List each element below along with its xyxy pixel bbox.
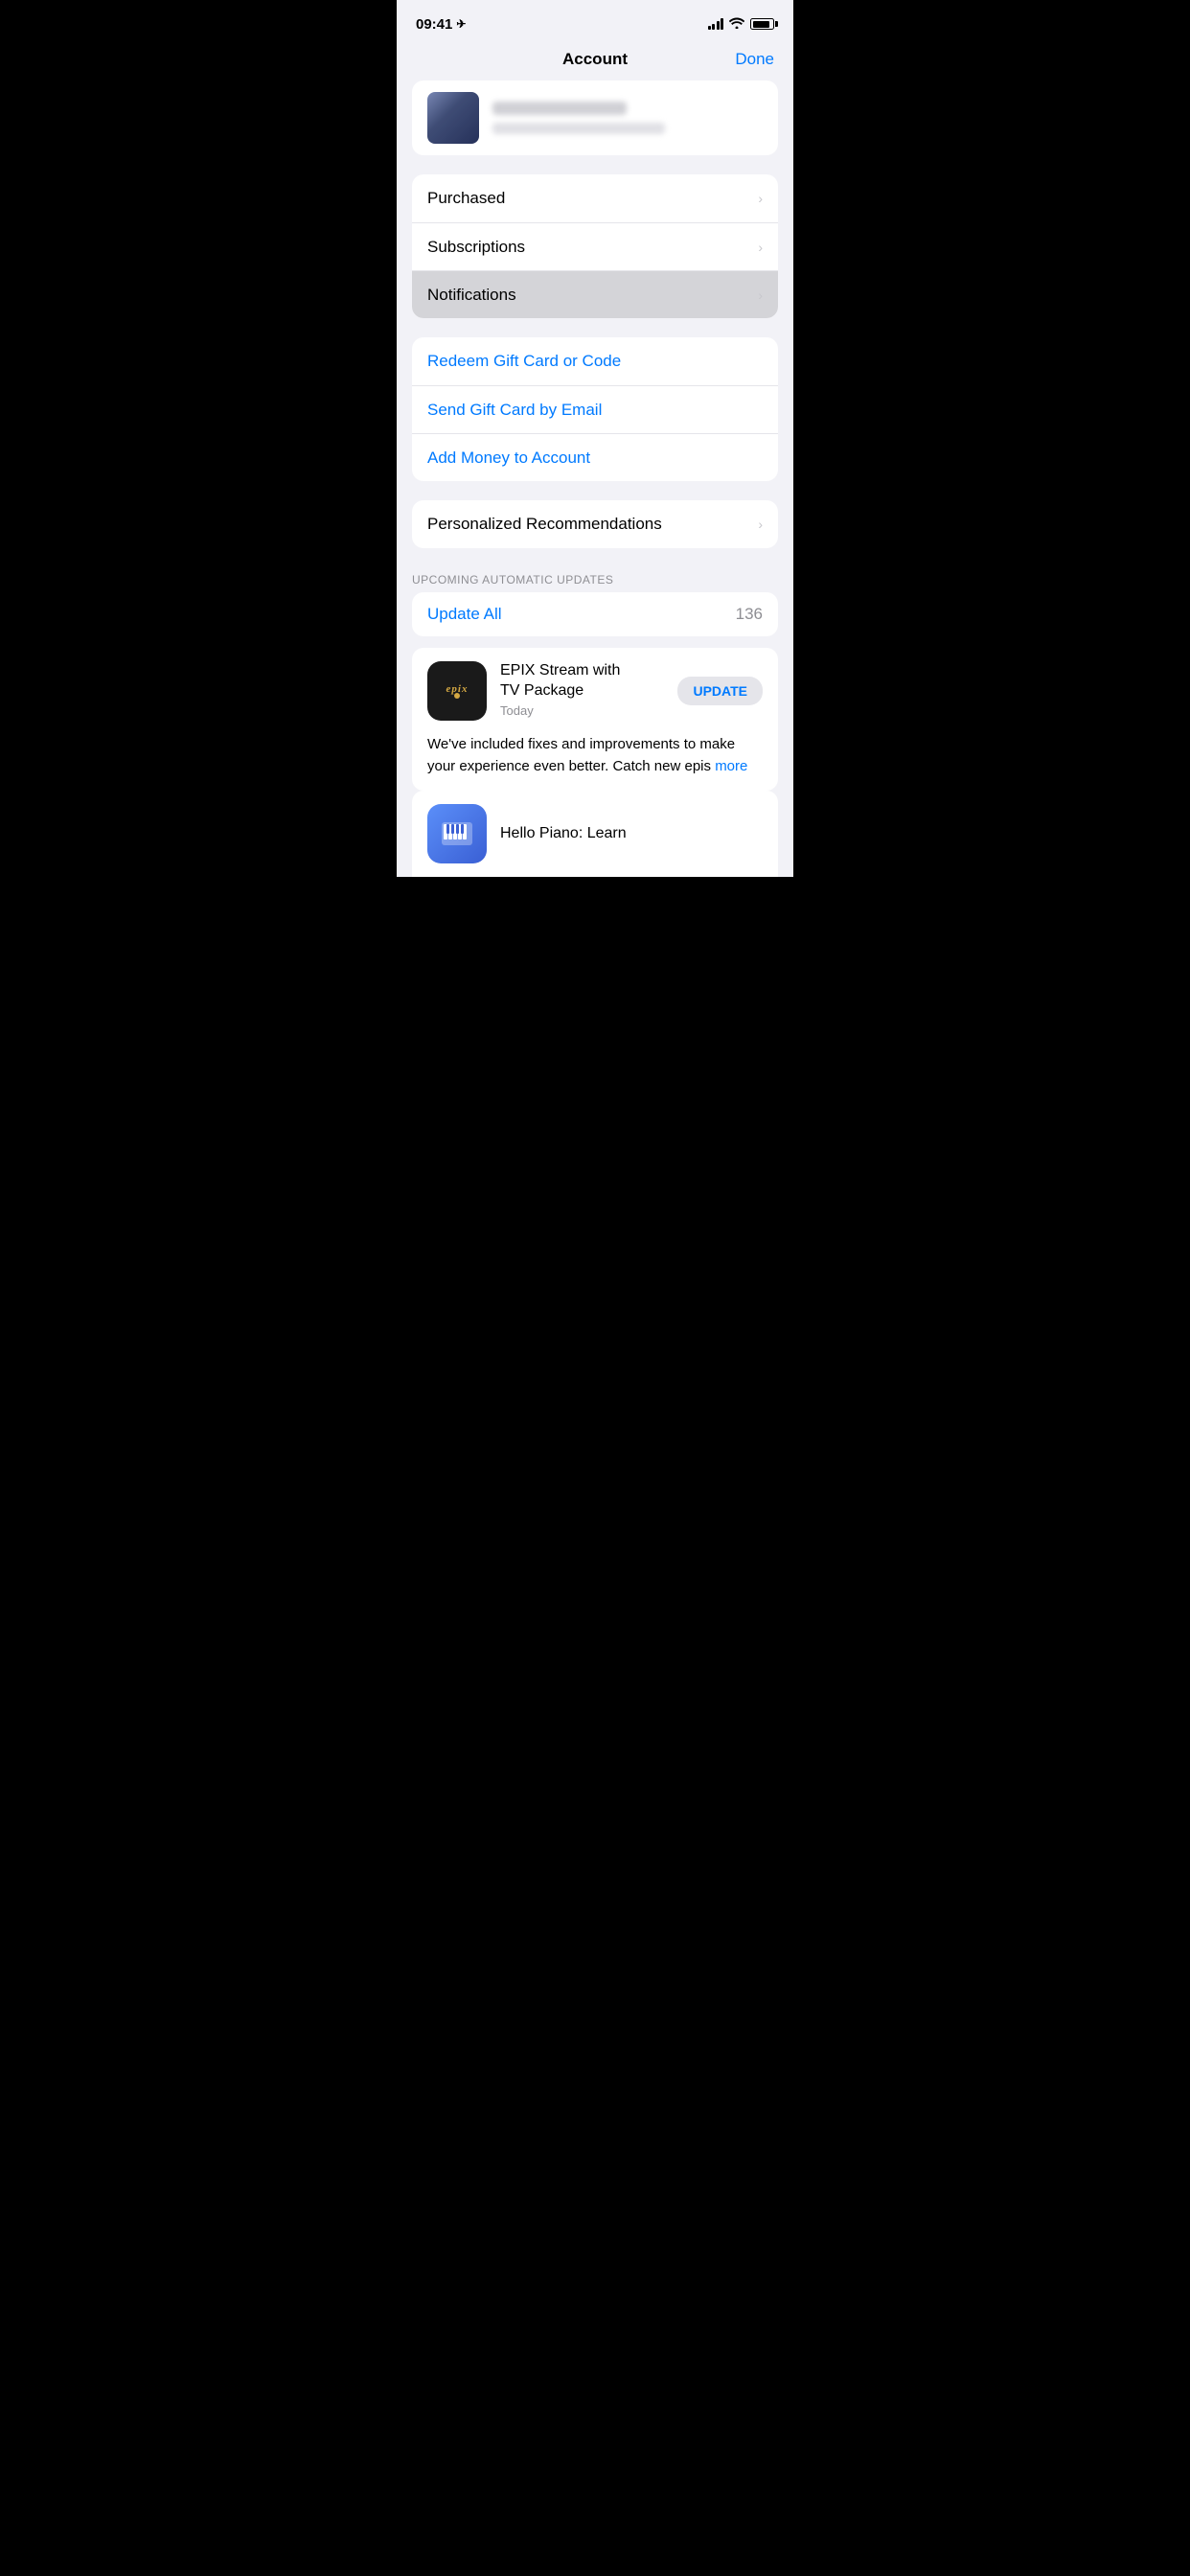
chevron-icon: › bbox=[758, 517, 763, 532]
status-icons bbox=[708, 17, 775, 32]
time-display: 09:41 bbox=[416, 16, 452, 33]
update-count: 136 bbox=[736, 605, 763, 624]
epix-app-section: epix EPIX Stream withTV Package Today UP… bbox=[412, 648, 778, 791]
epix-app-icon: epix bbox=[427, 661, 487, 721]
phone-container: 09:41 ✈ Account Done bbox=[397, 0, 793, 877]
status-bar: 09:41 ✈ bbox=[397, 0, 793, 42]
epix-logo: epix bbox=[427, 661, 487, 721]
user-info bbox=[492, 102, 763, 134]
epix-app-description: We've included fixes and improvements to… bbox=[412, 734, 778, 791]
add-money-label: Add Money to Account bbox=[427, 448, 590, 468]
hello-piano-section: Hello Piano: Learn bbox=[412, 791, 778, 877]
nav-bar: Account Done bbox=[397, 42, 793, 80]
epix-app-name: EPIX Stream withTV Package bbox=[500, 661, 664, 702]
notifications-label: Notifications bbox=[427, 286, 516, 305]
send-gift-card-row[interactable]: Send Gift Card by Email bbox=[412, 385, 778, 433]
upcoming-updates-label: UPCOMING AUTOMATIC UPDATES bbox=[397, 567, 793, 592]
subscriptions-label: Subscriptions bbox=[427, 238, 525, 257]
menu-section-1: Purchased › Subscriptions › Notification… bbox=[412, 174, 778, 318]
wifi-icon bbox=[729, 17, 744, 32]
location-icon: ✈ bbox=[456, 17, 466, 31]
send-gift-card-label: Send Gift Card by Email bbox=[427, 401, 602, 420]
avatar bbox=[427, 92, 479, 144]
user-email-blurred bbox=[492, 123, 665, 134]
user-name-blurred bbox=[492, 102, 627, 115]
purchased-label: Purchased bbox=[427, 189, 505, 208]
add-money-row[interactable]: Add Money to Account bbox=[412, 433, 778, 481]
notifications-row[interactable]: Notifications › bbox=[412, 270, 778, 318]
update-all-row[interactable]: Update All 136 bbox=[412, 592, 778, 636]
hello-piano-icon bbox=[427, 804, 487, 863]
redeem-gift-card-row[interactable]: Redeem Gift Card or Code bbox=[412, 337, 778, 385]
redeem-gift-card-label: Redeem Gift Card or Code bbox=[427, 352, 621, 371]
hello-piano-label: Hello Piano: Learn bbox=[500, 825, 627, 842]
more-link[interactable]: more bbox=[715, 758, 747, 774]
chevron-icon: › bbox=[758, 191, 763, 206]
menu-section-2: Redeem Gift Card or Code Send Gift Card … bbox=[412, 337, 778, 481]
epix-app-row: epix EPIX Stream withTV Package Today UP… bbox=[412, 648, 778, 734]
status-time: 09:41 ✈ bbox=[416, 16, 466, 33]
update-all-label: Update All bbox=[427, 605, 502, 624]
epix-dot bbox=[454, 693, 460, 699]
battery-icon bbox=[750, 18, 774, 30]
epix-app-info: EPIX Stream withTV Package Today bbox=[500, 661, 664, 718]
user-row[interactable] bbox=[412, 80, 778, 155]
user-profile-section bbox=[412, 80, 778, 155]
page-title: Account bbox=[464, 50, 726, 69]
epix-desc-text: We've included fixes and improvements to… bbox=[427, 736, 735, 774]
subscriptions-row[interactable]: Subscriptions › bbox=[412, 222, 778, 270]
epix-update-date: Today bbox=[500, 703, 664, 718]
chevron-icon: › bbox=[758, 240, 763, 255]
menu-section-3: Personalized Recommendations › bbox=[412, 500, 778, 548]
personalized-recommendations-label: Personalized Recommendations bbox=[427, 515, 662, 534]
signal-bars bbox=[708, 18, 724, 30]
done-button[interactable]: Done bbox=[726, 50, 774, 69]
purchased-row[interactable]: Purchased › bbox=[412, 174, 778, 222]
personalized-recommendations-row[interactable]: Personalized Recommendations › bbox=[412, 500, 778, 548]
chevron-icon: › bbox=[758, 288, 763, 303]
epix-update-button[interactable]: UPDATE bbox=[677, 677, 763, 705]
